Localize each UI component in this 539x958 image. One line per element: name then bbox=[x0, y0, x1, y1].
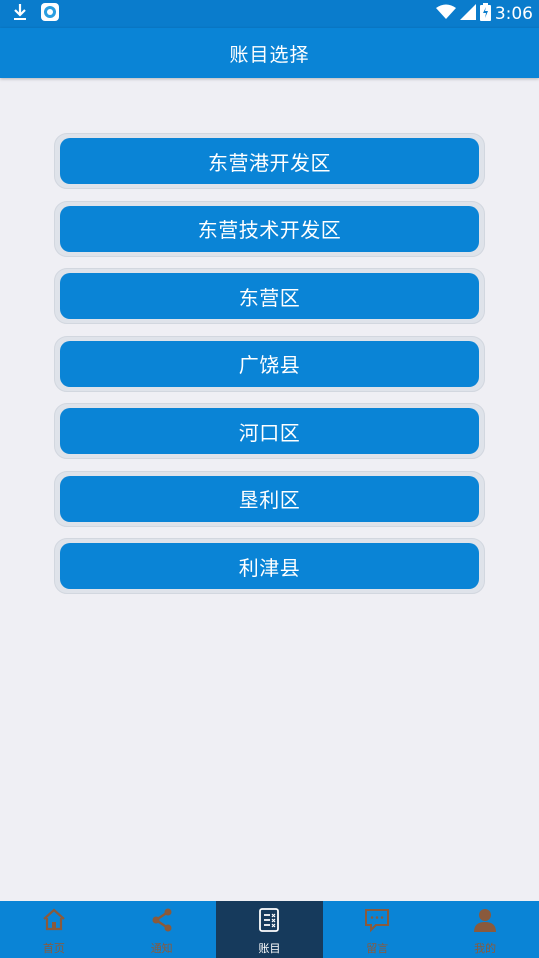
tab-label: 首页 bbox=[42, 942, 65, 955]
list-item: 广饶县 bbox=[54, 335, 485, 392]
district-button[interactable]: 垦利区 bbox=[60, 475, 479, 522]
tab-notices[interactable]: 通知 bbox=[108, 901, 216, 958]
status-right-icons: 3:06 bbox=[435, 2, 533, 26]
tab-label: 留言 bbox=[366, 942, 389, 955]
tab-label: 我的 bbox=[474, 942, 497, 955]
app-notification-icon bbox=[40, 2, 60, 26]
message-icon bbox=[364, 907, 390, 936]
page-title: 账目选择 bbox=[229, 43, 310, 66]
status-bar: 3:06 bbox=[0, 0, 539, 28]
wifi-icon bbox=[435, 4, 456, 25]
list-item: 垦利区 bbox=[54, 470, 485, 527]
district-button[interactable]: 东营港开发区 bbox=[60, 138, 479, 184]
bottom-tab-bar: 首页 通知 账目 留言 我的 bbox=[0, 901, 539, 958]
status-time: 3:06 bbox=[494, 4, 533, 24]
district-button[interactable]: 广饶县 bbox=[60, 340, 479, 387]
district-button[interactable]: 东营技术开发区 bbox=[60, 205, 479, 252]
home-icon bbox=[41, 907, 67, 936]
list-item: 东营港开发区 bbox=[54, 133, 485, 189]
share-icon bbox=[149, 907, 175, 936]
list-item: 河口区 bbox=[54, 403, 485, 459]
tab-label: 账目 bbox=[258, 942, 281, 955]
list-item: 利津县 bbox=[54, 538, 485, 594]
tab-profile[interactable]: 我的 bbox=[431, 901, 539, 958]
district-button[interactable]: 河口区 bbox=[60, 408, 479, 454]
list-item: 东营技术开发区 bbox=[54, 200, 485, 257]
list-item: 东营区 bbox=[54, 268, 485, 324]
person-icon bbox=[472, 907, 498, 936]
signal-icon bbox=[459, 3, 476, 25]
district-button[interactable]: 利津县 bbox=[60, 543, 479, 589]
tab-ledger[interactable]: 账目 bbox=[215, 901, 324, 958]
status-left-icons bbox=[12, 2, 60, 26]
tab-messages[interactable]: 留言 bbox=[323, 901, 431, 958]
tab-home[interactable]: 首页 bbox=[0, 901, 108, 958]
district-list: 东营港开发区 东营技术开发区 东营区 广饶县 河口区 垦利区 利津县 bbox=[54, 133, 485, 606]
app-bar: 账目选择 bbox=[0, 28, 539, 78]
district-button[interactable]: 东营区 bbox=[60, 273, 479, 319]
ledger-icon bbox=[256, 907, 282, 936]
tab-label: 通知 bbox=[150, 942, 173, 955]
battery-charging-icon bbox=[479, 2, 491, 26]
download-icon bbox=[12, 3, 28, 25]
